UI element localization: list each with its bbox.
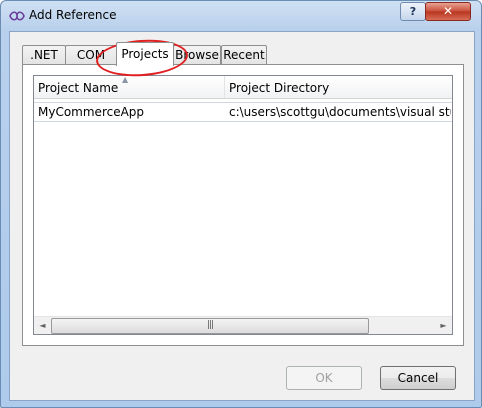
project-directory-cell: c:\users\scottgu\documents\visual stud (229, 105, 451, 119)
cancel-button[interactable]: Cancel (380, 366, 456, 390)
scroll-right-icon[interactable]: ► (435, 317, 452, 334)
projects-list[interactable]: ▲ Project Name Project Directory MyComme… (33, 75, 453, 335)
tab-recent[interactable]: Recent (221, 45, 267, 65)
scroll-left-icon[interactable]: ◄ (34, 317, 51, 334)
visual-studio-icon (9, 11, 25, 21)
project-name-cell: MyCommerceApp (38, 105, 145, 119)
column-header-project-name[interactable]: Project Name (34, 76, 224, 98)
scrollbar-thumb[interactable]: ||| (51, 318, 369, 334)
tab-projects[interactable]: Projects (116, 42, 174, 66)
table-row[interactable]: MyCommerceApp c:\users\scottgu\documents… (34, 102, 452, 122)
dialog-title: Add Reference (29, 8, 117, 22)
projects-tab-panel: ▲ Project Name Project Directory MyComme… (22, 64, 464, 346)
grip-icon: ||| (206, 320, 214, 330)
ok-button[interactable]: OK (286, 366, 362, 390)
column-header-project-directory[interactable]: Project Directory (225, 76, 451, 98)
close-button[interactable]: ✕ (425, 2, 471, 21)
help-button[interactable]: ? (400, 2, 426, 21)
title-bar[interactable]: Add Reference ? ✕ (1, 1, 481, 31)
tab-dotnet[interactable]: .NET (22, 45, 66, 65)
list-header: ▲ Project Name Project Directory (34, 75, 452, 99)
horizontal-scrollbar[interactable]: ◄ ||| ► (34, 316, 452, 334)
dialog-window: Add Reference ? ✕ .NET COM Projects Brow… (0, 0, 482, 408)
dialog-client-area: .NET COM Projects Browse Recent ▲ Projec… (9, 31, 475, 401)
